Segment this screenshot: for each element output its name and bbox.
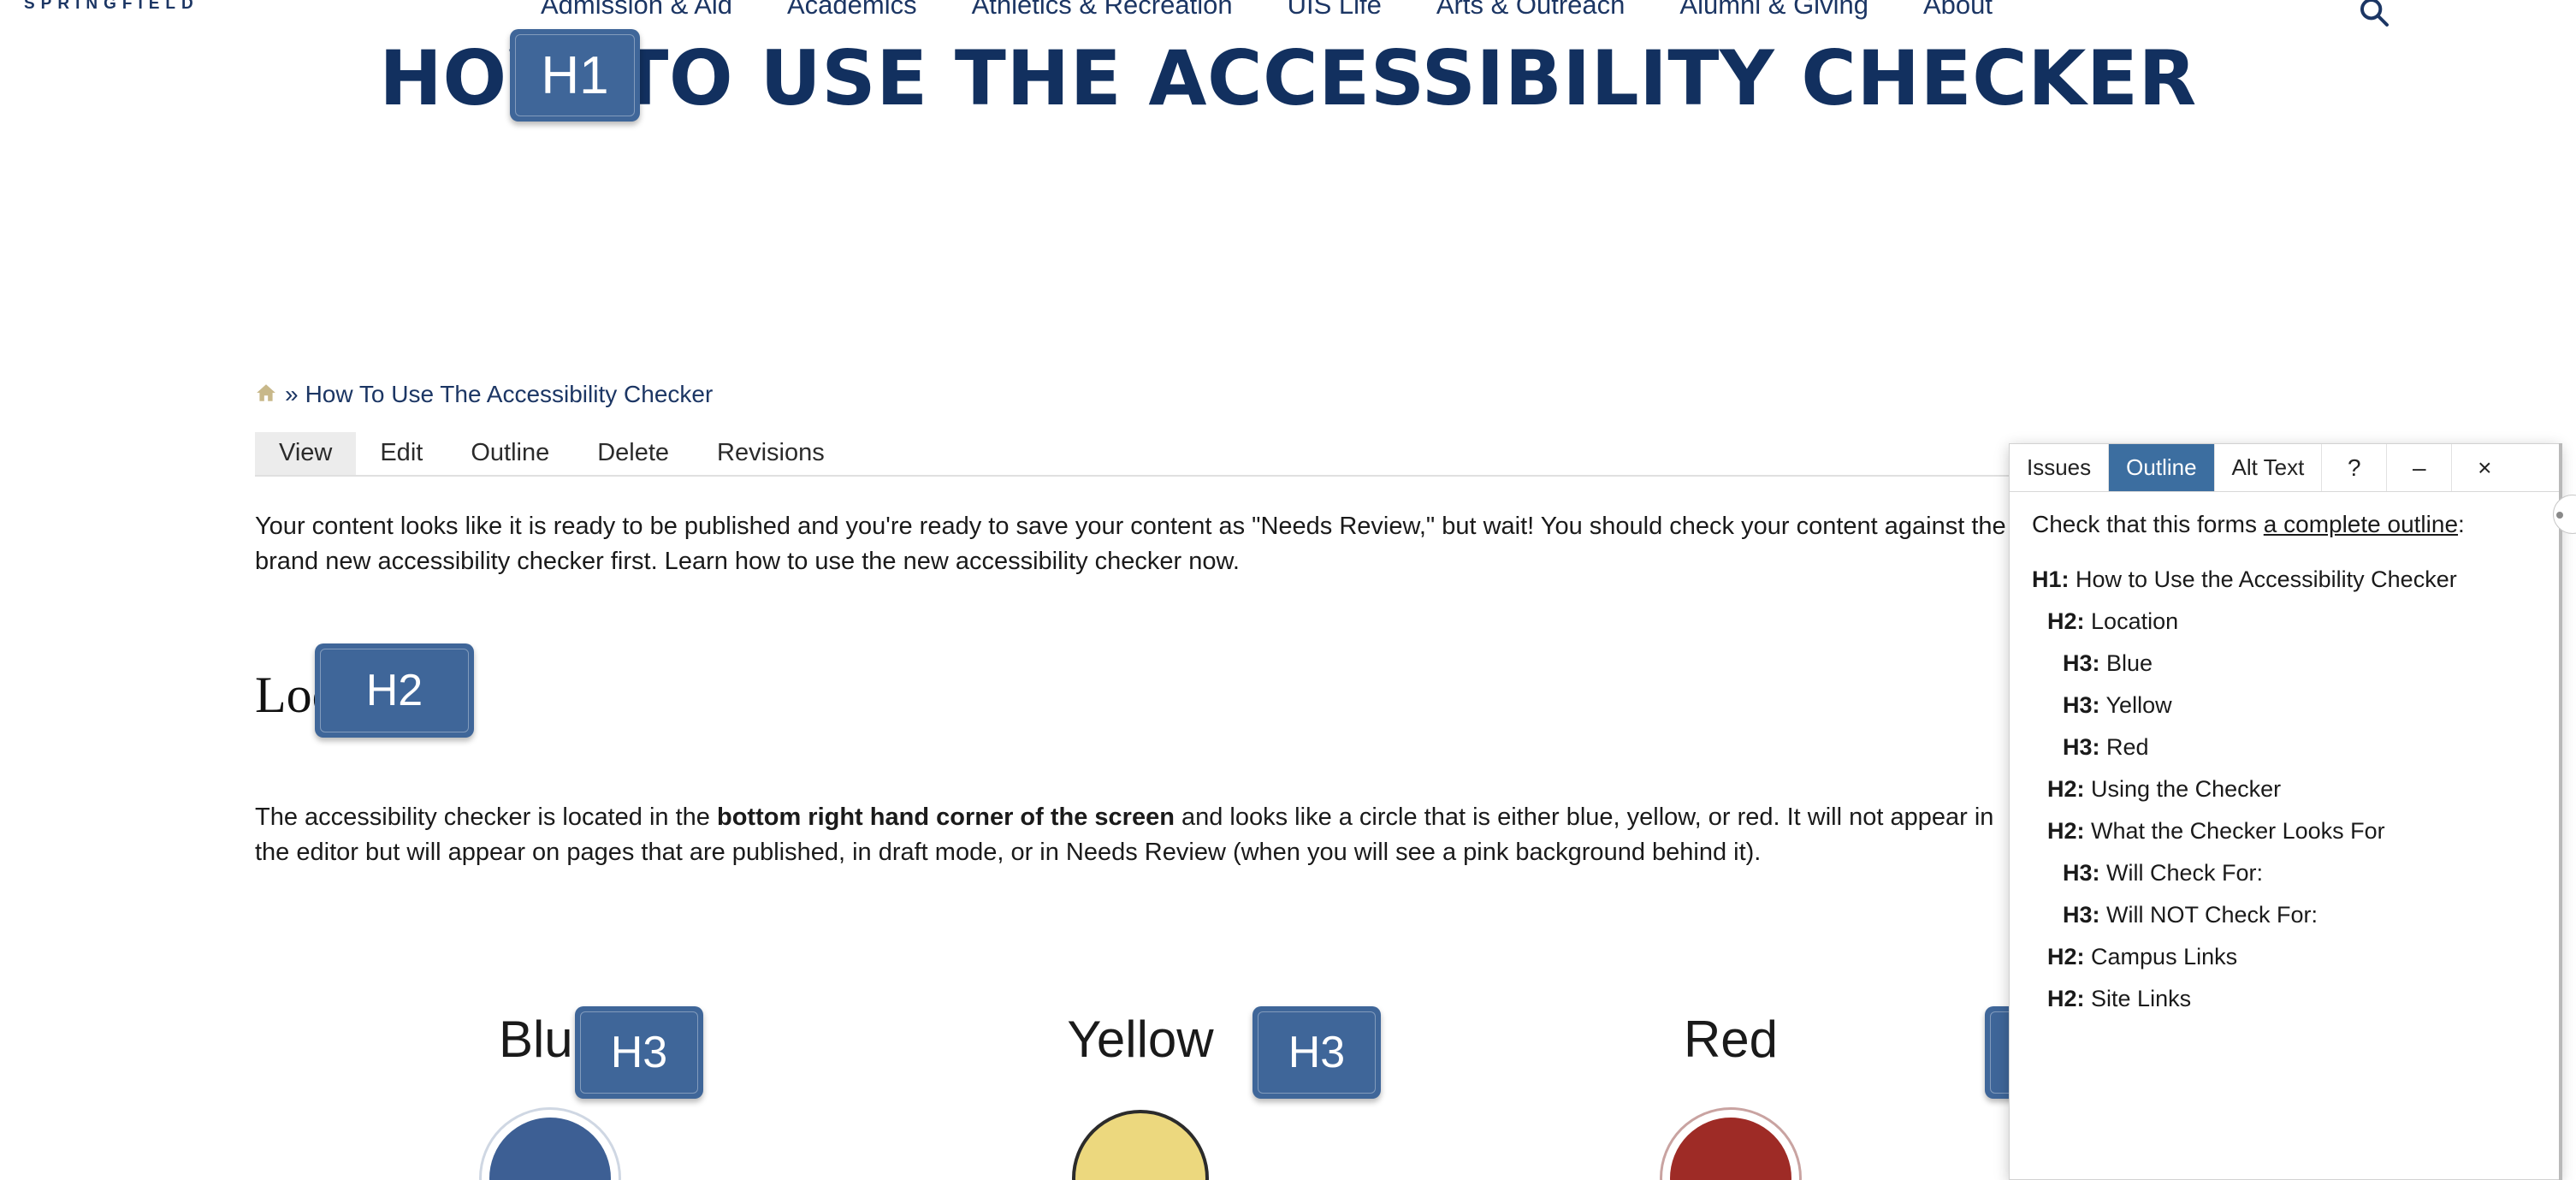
color-column-red: Red bbox=[1436, 1014, 2026, 1180]
tab-delete[interactable]: Delete bbox=[573, 432, 693, 475]
nav-item-athletics-recreation[interactable]: Athletics & Recreation bbox=[945, 0, 1260, 21]
outline-item-level: H3: bbox=[2063, 860, 2100, 886]
checker-panel-tabs: Issues Outline Alt Text ? – × bbox=[2010, 444, 2560, 492]
color-states-grid: Blue Yellow Red bbox=[255, 1014, 2026, 1180]
checker-tab-alt-text[interactable]: Alt Text bbox=[2215, 444, 2323, 491]
home-icon[interactable] bbox=[255, 382, 277, 408]
outline-item[interactable]: H2: Using the Checker bbox=[2032, 768, 2538, 810]
search-icon[interactable] bbox=[2357, 0, 2391, 29]
nav-item-about[interactable]: About bbox=[1896, 0, 2020, 21]
outline-item-text: What the Checker Looks For bbox=[2091, 818, 2385, 844]
color-heading-red: Red bbox=[1683, 1011, 1779, 1068]
nav-item-academics[interactable]: Academics bbox=[760, 0, 945, 21]
outline-instruction-post: : bbox=[2458, 511, 2465, 537]
checker-tab-issues[interactable]: Issues bbox=[2010, 444, 2110, 491]
outline-item[interactable]: H2: Location bbox=[2032, 601, 2538, 643]
outline-item-text: Using the Checker bbox=[2091, 776, 2282, 802]
nav-item-arts-outreach[interactable]: Arts & Outreach bbox=[1409, 0, 1653, 21]
outline-item-level: H2: bbox=[2047, 776, 2085, 802]
checker-tab-outline[interactable]: Outline bbox=[2109, 444, 2215, 491]
location-paragraph-pre: The accessibility checker is located in … bbox=[255, 803, 717, 831]
tab-view[interactable]: View bbox=[255, 432, 357, 475]
site-logo[interactable]: SPRINGFIELD bbox=[24, 0, 199, 14]
help-button[interactable]: ? bbox=[2322, 444, 2388, 491]
color-heading-blue: Blue bbox=[498, 1011, 602, 1068]
nav-item-alumni-giving[interactable]: Alumni & Giving bbox=[1652, 0, 1896, 21]
outline-item[interactable]: H3: Blue bbox=[2032, 643, 2538, 685]
outline-item-text: Location bbox=[2091, 608, 2179, 634]
outline-item[interactable]: H2: Campus Links bbox=[2032, 936, 2538, 978]
outline-item-level: H2: bbox=[2047, 944, 2085, 969]
tab-outline[interactable]: Outline bbox=[447, 432, 573, 475]
minimize-button[interactable]: – bbox=[2387, 444, 2453, 491]
outline-item-level: H1: bbox=[2032, 566, 2070, 592]
outline-item[interactable]: H3: Yellow bbox=[2032, 685, 2538, 726]
breadcrumb-separator: » bbox=[285, 381, 299, 407]
heading-badge-h2[interactable]: H2 bbox=[315, 643, 474, 738]
color-swatch-wrap-red bbox=[1436, 1110, 2026, 1180]
outline-item-text: Yellow bbox=[2105, 692, 2172, 718]
outline-item-level: H3: bbox=[2063, 650, 2100, 676]
outline-instruction-pre: Check that this forms bbox=[2032, 511, 2264, 537]
complete-outline-link[interactable]: a complete outline bbox=[2264, 511, 2458, 537]
outline-item-text: Campus Links bbox=[2091, 944, 2238, 969]
outline-item-text: Red bbox=[2106, 734, 2149, 760]
heading-badge-h3-yellow[interactable]: H3 bbox=[1252, 1006, 1381, 1099]
outline-item-text: Will Check For: bbox=[2106, 860, 2264, 886]
heading-badge-h1[interactable]: H1 bbox=[510, 29, 640, 122]
outline-item[interactable]: H3: Will NOT Check For: bbox=[2032, 894, 2538, 936]
outline-item[interactable]: H3: Will Check For: bbox=[2032, 852, 2538, 894]
accessibility-checker-panel: Issues Outline Alt Text ? – × Check that… bbox=[2009, 443, 2561, 1180]
outline-item-level: H2: bbox=[2047, 608, 2085, 634]
breadcrumb: » How To Use The Accessibility Checker bbox=[255, 381, 713, 408]
outline-list: H1: How to Use the Accessibility Checker… bbox=[2032, 559, 2538, 1020]
outline-item-level: H2: bbox=[2047, 986, 2085, 1011]
tab-edit[interactable]: Edit bbox=[356, 432, 447, 475]
outline-item-level: H2: bbox=[2047, 818, 2085, 844]
color-swatch-wrap-yellow bbox=[845, 1110, 1436, 1180]
page-root: SPRINGFIELD Admission & Aid Academics At… bbox=[0, 0, 2576, 1180]
outline-item-text: How to Use the Accessibility Checker bbox=[2076, 566, 2457, 592]
checker-circle-red bbox=[1662, 1110, 1799, 1180]
outline-item-text: Will NOT Check For: bbox=[2106, 902, 2318, 928]
checker-circle-blue bbox=[482, 1110, 619, 1180]
tab-revisions[interactable]: Revisions bbox=[693, 432, 849, 475]
outline-item-text: Blue bbox=[2106, 650, 2153, 676]
panel-edge-divider bbox=[2559, 443, 2562, 1180]
outline-item[interactable]: H3: Red bbox=[2032, 726, 2538, 768]
outline-item[interactable]: H1: How to Use the Accessibility Checker bbox=[2032, 559, 2538, 601]
outline-instruction: Check that this forms a complete outline… bbox=[2032, 511, 2538, 538]
outline-item-level: H3: bbox=[2063, 734, 2100, 760]
close-button[interactable]: × bbox=[2452, 444, 2517, 491]
outline-item[interactable]: H2: Site Links bbox=[2032, 978, 2538, 1020]
checker-circle-yellow bbox=[1072, 1110, 1209, 1180]
intro-paragraph: Your content looks like it is ready to b… bbox=[255, 513, 2006, 576]
outline-item-level: H3: bbox=[2063, 902, 2100, 928]
nav-item-uis-life[interactable]: UIS Life bbox=[1260, 0, 1409, 21]
nav-item-admission-aid[interactable]: Admission & Aid bbox=[513, 0, 760, 21]
primary-nav: Admission & Aid Academics Athletics & Re… bbox=[513, 0, 2020, 21]
site-navigation: SPRINGFIELD Admission & Aid Academics At… bbox=[0, 0, 2576, 36]
location-paragraph-emphasis: bottom right hand corner of the screen bbox=[716, 803, 1175, 831]
breadcrumb-current[interactable]: How To Use The Accessibility Checker bbox=[305, 381, 714, 408]
heading-badge-h3-blue[interactable]: H3 bbox=[575, 1006, 703, 1099]
panel-resize-dot bbox=[2556, 512, 2563, 519]
node-tabs: View Edit Outline Delete Revisions bbox=[255, 432, 2017, 477]
page-title: HOW TO USE THE ACCESSIBILITY CHECKER bbox=[379, 34, 2197, 122]
color-swatch-wrap-blue bbox=[255, 1110, 845, 1180]
color-column-blue: Blue bbox=[255, 1014, 845, 1180]
outline-item-text: Site Links bbox=[2091, 986, 2192, 1011]
checker-panel-body: Check that this forms a complete outline… bbox=[2010, 492, 2560, 1020]
outline-item[interactable]: H2: What the Checker Looks For bbox=[2032, 810, 2538, 852]
location-paragraph: The accessibility checker is located in … bbox=[255, 800, 2026, 870]
outline-item-level: H3: bbox=[2063, 692, 2100, 718]
